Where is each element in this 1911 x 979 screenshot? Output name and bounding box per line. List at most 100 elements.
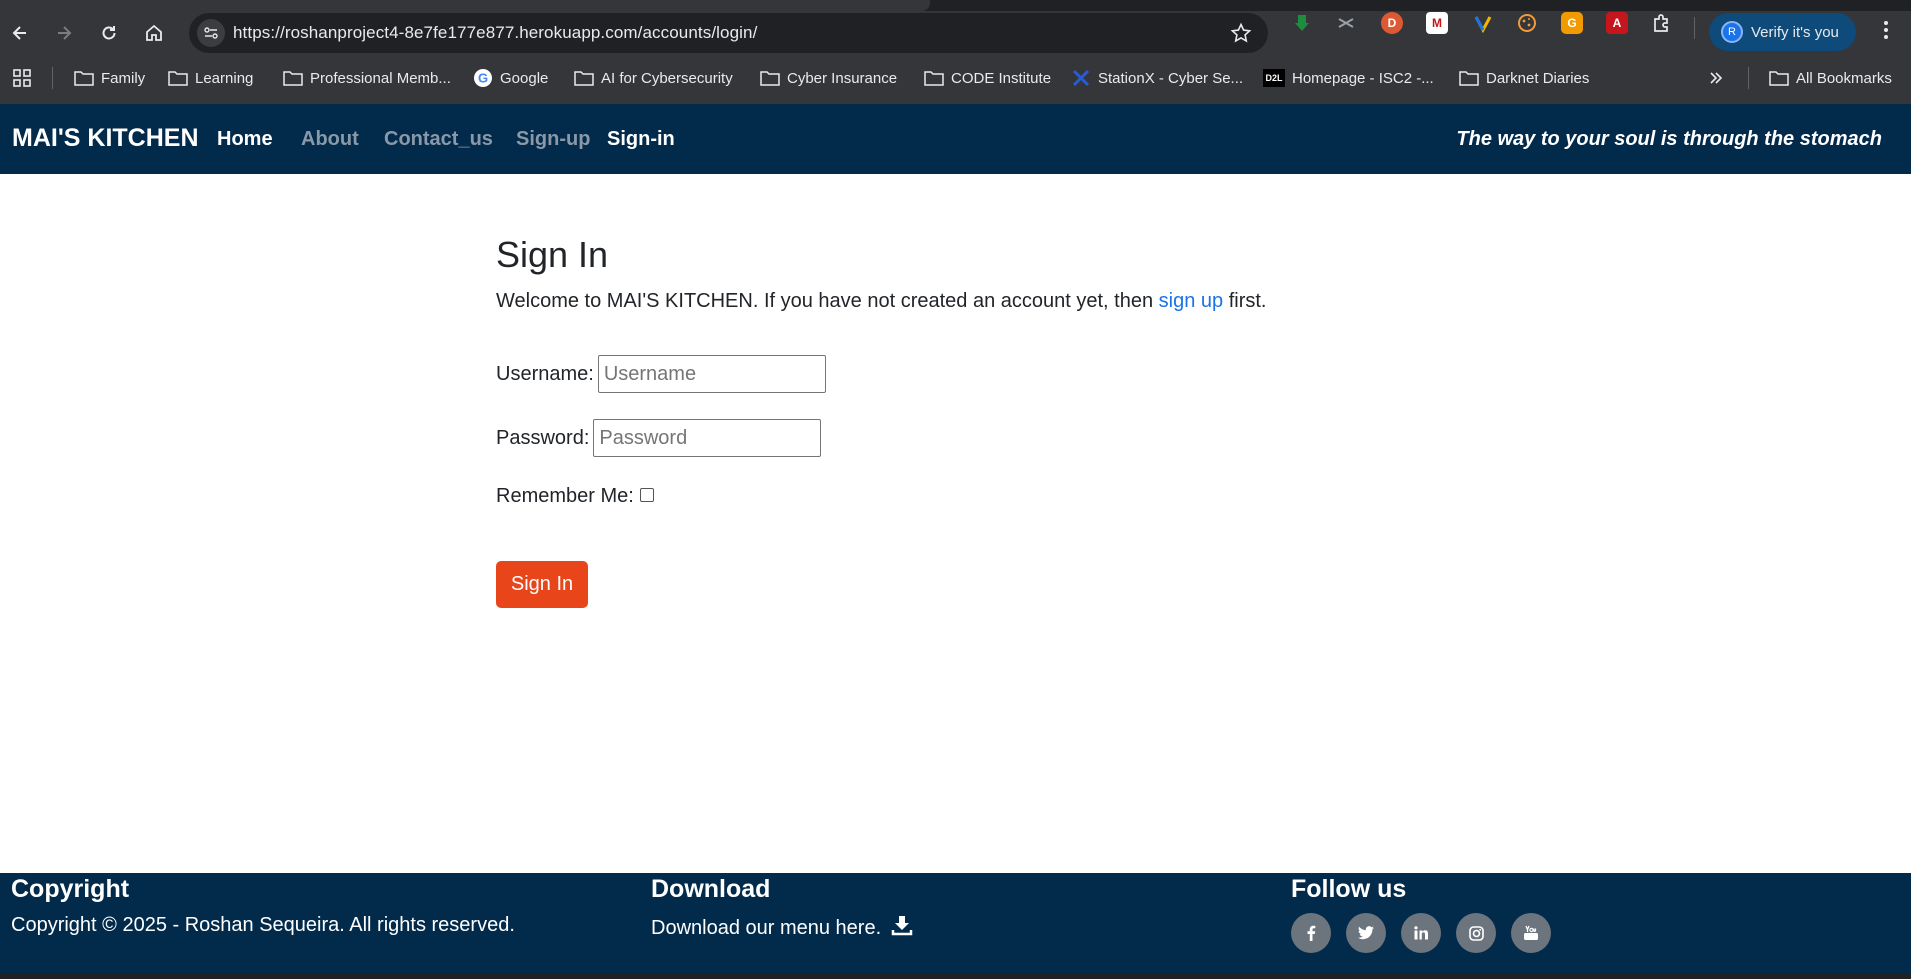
- password-label: Password:: [496, 426, 590, 449]
- follow-heading: Follow us: [1291, 875, 1407, 903]
- url-text[interactable]: https://roshanproject4-8e7fe177e877.hero…: [233, 23, 757, 43]
- forward-icon[interactable]: [44, 11, 84, 55]
- nav-home[interactable]: Home: [217, 128, 273, 151]
- remember-checkbox[interactable]: [639, 487, 654, 502]
- back-icon[interactable]: [0, 11, 40, 55]
- address-bar[interactable]: https://roshanproject4-8e7fe177e877.hero…: [189, 13, 1268, 53]
- password-row: Password:: [496, 419, 822, 457]
- extension-green-icon[interactable]: [1291, 12, 1313, 34]
- cookie-icon[interactable]: [1516, 12, 1538, 34]
- bookmark-label: Professional Memb...: [310, 69, 451, 87]
- folder-icon: [1769, 69, 1789, 87]
- welcome-text-start: Welcome to MAI'S KITCHEN. If you have no…: [496, 290, 1159, 312]
- site-info-icon[interactable]: [197, 19, 225, 47]
- download-icon[interactable]: [891, 914, 913, 936]
- bookmark-label: StationX - Cyber Se...: [1098, 69, 1244, 87]
- mcafee-icon[interactable]: M: [1426, 12, 1448, 34]
- page-title: Sign In: [496, 234, 609, 275]
- password-input[interactable]: [593, 419, 822, 457]
- tab-strip: [0, 0, 1911, 11]
- bookmark-label: CODE Institute: [951, 69, 1052, 87]
- home-icon[interactable]: [134, 11, 174, 55]
- sign-in-button[interactable]: Sign In: [496, 561, 588, 608]
- signin-section: Sign In Welcome to MAI'S KITCHEN. If you…: [496, 232, 1396, 608]
- d2l-icon: D2L: [1263, 69, 1285, 87]
- facebook-icon[interactable]: [1291, 913, 1331, 953]
- bookmark-label: Darknet Diaries: [1486, 69, 1590, 87]
- username-input[interactable]: [597, 355, 826, 393]
- copyright-text: Copyright © 2025 - Roshan Sequeira. All …: [11, 914, 515, 936]
- folder-icon: [574, 69, 594, 87]
- bookmark-google[interactable]: G Google: [473, 61, 548, 95]
- linkedin-icon[interactable]: [1401, 913, 1441, 953]
- folder-icon: [760, 69, 780, 87]
- verify-profile-button[interactable]: R Verify it's you: [1709, 13, 1856, 51]
- nav-about[interactable]: About: [301, 128, 359, 151]
- instagram-icon[interactable]: [1456, 913, 1496, 953]
- bookmark-family[interactable]: Family: [74, 61, 145, 95]
- bookmarks-bar: Family Learning Professional Memb... G G…: [0, 61, 1911, 95]
- site-tagline: The way to your soul is through the stom…: [1456, 128, 1882, 150]
- bookmark-label: Learning: [195, 69, 254, 87]
- extension-scissors-icon[interactable]: [1335, 12, 1357, 34]
- nav-sign-in[interactable]: Sign-in: [607, 128, 675, 151]
- username-row: Username:: [496, 355, 826, 393]
- bookmark-ai-cybersecurity[interactable]: AI for Cybersecurity: [574, 61, 733, 95]
- bookmark-star-icon[interactable]: [1230, 22, 1252, 44]
- nav-contact-us[interactable]: Contact_us: [384, 128, 493, 151]
- google-icon: G: [473, 69, 493, 87]
- remember-label: Remember Me:: [496, 485, 634, 507]
- extensions-puzzle-icon[interactable]: [1651, 12, 1673, 34]
- bookmark-code-institute[interactable]: CODE Institute: [924, 61, 1051, 95]
- bookmark-label: Family: [101, 69, 146, 87]
- bookmark-darknet-diaries[interactable]: Darknet Diaries: [1459, 61, 1589, 95]
- welcome-text: Welcome to MAI'S KITCHEN. If you have no…: [496, 288, 1396, 314]
- signup-link[interactable]: sign up: [1159, 290, 1224, 312]
- bookmark-professional-memb[interactable]: Professional Memb...: [283, 61, 451, 95]
- brand-logo[interactable]: MAI'S KITCHEN: [12, 124, 199, 153]
- stationx-icon: [1071, 69, 1091, 87]
- site-navbar: MAI'S KITCHEN Home About Contact_us Sign…: [0, 104, 1911, 174]
- grammarly-icon[interactable]: G: [1561, 12, 1583, 34]
- browser-menu-icon[interactable]: [1876, 18, 1896, 42]
- bookmark-isc2-homepage[interactable]: D2L Homepage - ISC2 -...: [1263, 61, 1434, 95]
- download-text: Download our menu here.: [651, 917, 882, 939]
- bookmarks-divider: [52, 67, 53, 89]
- bookmark-cyber-insurance[interactable]: Cyber Insurance: [760, 61, 897, 95]
- folder-icon: [168, 69, 188, 87]
- adobe-acrobat-icon[interactable]: A: [1606, 12, 1628, 34]
- download-row: Download our menu here.: [651, 914, 913, 940]
- bookmark-stationx[interactable]: StationX - Cyber Se...: [1071, 61, 1243, 95]
- bookmarks-divider: [1748, 67, 1749, 89]
- bookmark-label: Cyber Insurance: [787, 69, 898, 87]
- folder-icon: [283, 69, 303, 87]
- bookmark-learning[interactable]: Learning: [168, 61, 253, 95]
- twitter-icon[interactable]: [1346, 913, 1386, 953]
- folder-icon: [924, 69, 944, 87]
- duckduckgo-icon[interactable]: D: [1381, 12, 1403, 34]
- window-bottom-edge: [0, 973, 1911, 979]
- download-heading: Download: [651, 875, 771, 903]
- all-bookmarks-label: All Bookmarks: [1796, 69, 1892, 87]
- bookmark-label: AI for Cybersecurity: [601, 69, 733, 87]
- remember-row: Remember Me:: [496, 485, 654, 508]
- bookmark-label: Homepage - ISC2 -...: [1292, 69, 1434, 87]
- site-footer: Copyright Copyright © 2025 - Roshan Sequ…: [0, 873, 1911, 973]
- toolbar-divider: [1694, 17, 1695, 39]
- extension-v-icon[interactable]: [1472, 12, 1494, 34]
- more-bookmarks-chevron-icon[interactable]: [1708, 61, 1724, 95]
- svg-text:G: G: [478, 71, 488, 86]
- browser-chrome: https://roshanproject4-8e7fe177e877.hero…: [0, 0, 1911, 104]
- reload-icon[interactable]: [89, 11, 129, 55]
- username-label: Username:: [496, 362, 594, 385]
- copyright-heading: Copyright: [11, 875, 130, 903]
- folder-icon: [74, 69, 94, 87]
- welcome-text-end: first.: [1223, 290, 1267, 312]
- all-bookmarks[interactable]: All Bookmarks: [1769, 61, 1892, 95]
- youtube-icon[interactable]: [1511, 913, 1551, 953]
- folder-icon: [1459, 69, 1479, 87]
- bookmark-label: Google: [500, 69, 549, 87]
- verify-label: Verify it's you: [1751, 23, 1839, 41]
- nav-sign-up[interactable]: Sign-up: [516, 128, 590, 151]
- apps-grid-icon[interactable]: [12, 61, 32, 95]
